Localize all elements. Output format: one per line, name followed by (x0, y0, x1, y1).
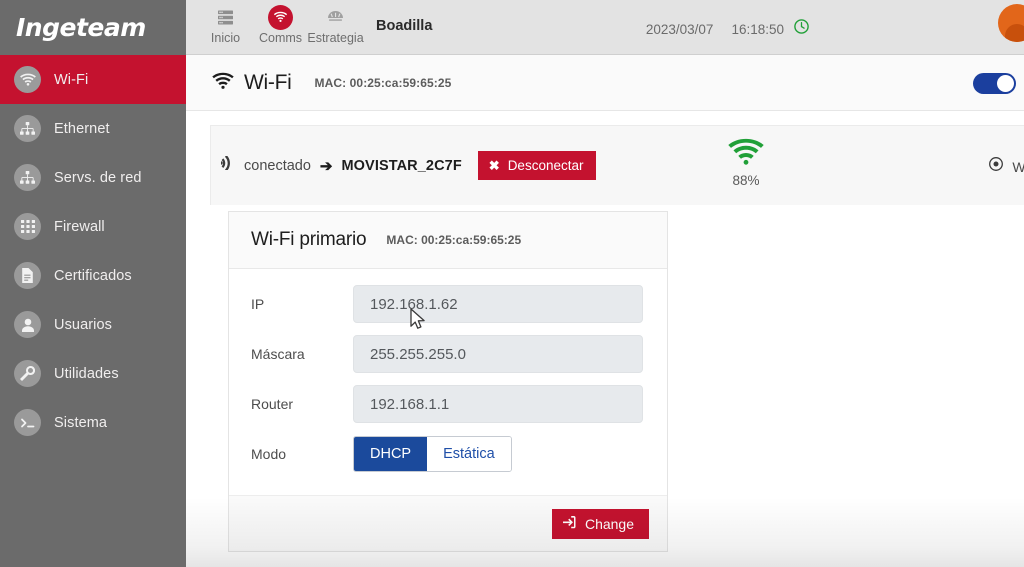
sidebar-item-label: Ethernet (54, 120, 110, 137)
wifi-icon (14, 66, 41, 93)
mode-option-estatica[interactable]: Estática (427, 437, 511, 471)
working-mode-label: Working m (1012, 158, 1024, 175)
card-header: Wi-Fi primario MAC: 00:25:ca:59:65:25 (229, 212, 667, 269)
rss-icon (219, 155, 235, 175)
page-mac-address: MAC: 00:25:ca:59:65:25 (314, 75, 452, 90)
connection-status-group: conectado ➔ MOVISTAR_2C7F ✖ Desconectar (211, 151, 597, 180)
topnav-item-estrategia[interactable]: Estrategia (307, 0, 364, 45)
sitemap-icon (14, 164, 41, 191)
signin-icon (562, 515, 585, 532)
mode-option-dhcp[interactable]: DHCP (354, 437, 428, 471)
router-input[interactable]: 192.168.1.1 (353, 385, 643, 423)
field-label: Máscara (251, 346, 305, 362)
sidebar-item-label: Usuarios (54, 316, 113, 333)
top-navigation: Inicio Comms Estrategia (198, 0, 364, 55)
disconnect-label: Desconectar (507, 158, 584, 173)
site-name: Boadilla (376, 18, 433, 34)
clock-group: 2023/03/07 16:18:50 (646, 19, 809, 39)
sidebar-item-ethernet[interactable]: Ethernet (0, 104, 186, 153)
top-bar: Inicio Comms Estrategia Boadilla 2023/03… (186, 0, 1024, 55)
grid-icon (14, 213, 41, 240)
sidebar-item-firewall[interactable]: Firewall (0, 202, 186, 251)
connection-status-panel: conectado ➔ MOVISTAR_2C7F ✖ Desconectar (210, 125, 1024, 205)
target-icon (989, 157, 1004, 176)
sidebar-item-label: Certificados (54, 267, 132, 284)
change-label: Change (584, 515, 634, 532)
disconnect-button[interactable]: ✖ Desconectar (477, 151, 597, 180)
wifi-icon (268, 4, 293, 30)
topnav-label: Comms (258, 31, 303, 45)
close-icon: ✖ (488, 157, 500, 173)
sidebar-item-label: Utilidades (54, 365, 119, 382)
field-label: Router (251, 396, 294, 412)
brand-logo: Ingeteam (0, 0, 186, 55)
date-label: 2023/03/07 (645, 21, 714, 37)
topnav-label: Estrategia (307, 31, 364, 45)
change-button[interactable]: Change (551, 508, 649, 539)
connection-state-label: conectado (244, 157, 311, 174)
sidebar-item-certificados[interactable]: Certificados (0, 251, 186, 300)
time-label: 16:18:50 (731, 21, 784, 37)
mode-segmented-control: DHCP Estática (353, 436, 512, 472)
subnet-mask-input[interactable]: 255.255.255.0 (353, 335, 643, 373)
field-label: Modo (251, 446, 287, 462)
card-mac-address: MAC: 00:25:ca:59:65:25 (386, 233, 522, 247)
page-header: Wi-Fi MAC: 00:25:ca:59:65:25 (186, 55, 1024, 111)
terminal-icon (14, 409, 41, 436)
clock-icon (794, 19, 809, 39)
topnav-item-comms[interactable]: Comms (253, 0, 308, 45)
user-icon (14, 311, 41, 338)
sidebar-item-label: Servs. de red (54, 169, 142, 186)
topnav-item-inicio[interactable]: Inicio (198, 0, 253, 45)
sidebar-item-label: Wi-Fi (54, 71, 89, 88)
working-mode-group[interactable]: Working m (989, 157, 1024, 176)
application-window: Ingeteam Wi-Fi Ethernet Servs. de red Fi… (0, 0, 1024, 567)
sidebar-item-label: Sistema (54, 414, 108, 431)
page-title: Wi-Fi (244, 70, 292, 94)
field-row-router: Router 192.168.1.1 (251, 385, 643, 423)
card-footer: Change (229, 495, 667, 551)
field-row-modo: Modo DHCP Estática (251, 435, 643, 473)
field-label: IP (251, 296, 265, 312)
wifi-enable-toggle[interactable] (973, 73, 1016, 94)
wifi-primary-card: Wi-Fi primario MAC: 00:25:ca:59:65:25 IP… (228, 211, 668, 552)
wrench-icon (14, 360, 41, 387)
card-body: IP 192.168.1.62 Máscara 255.255.255.0 Ro… (229, 269, 667, 495)
connected-ssid: MOVISTAR_2C7F (341, 157, 462, 174)
sidebar-item-usuarios[interactable]: Usuarios (0, 300, 186, 349)
strategy-icon (327, 5, 344, 29)
arrow-icon: ➔ (319, 157, 333, 175)
sidebar-item-servicios-red[interactable]: Servs. de red (0, 153, 186, 202)
signal-strength-indicator: 88% (711, 138, 781, 188)
sidebar-item-wifi[interactable]: Wi-Fi (0, 55, 186, 104)
sidebar-item-label: Firewall (54, 218, 105, 235)
brand-name: Ingeteam (16, 13, 146, 42)
signal-wifi-icon (728, 138, 764, 170)
document-icon (14, 262, 41, 289)
sidebar: Ingeteam Wi-Fi Ethernet Servs. de red Fi… (0, 0, 186, 567)
topnav-label: Inicio (210, 31, 241, 45)
server-icon (218, 5, 233, 29)
sidebar-item-utilidades[interactable]: Utilidades (0, 349, 186, 398)
network-icon (14, 115, 41, 142)
field-row-mascara: Máscara 255.255.255.0 (251, 335, 643, 373)
sidebar-item-sistema[interactable]: Sistema (0, 398, 186, 447)
signal-strength-value: 88% (732, 173, 760, 188)
avatar[interactable] (998, 4, 1024, 42)
ip-input[interactable]: 192.168.1.62 (353, 285, 643, 323)
content-area: conectado ➔ MOVISTAR_2C7F ✖ Desconectar (186, 111, 1024, 567)
card-title: Wi-Fi primario (251, 229, 367, 250)
wifi-icon (212, 72, 234, 94)
field-row-ip: IP 192.168.1.62 (251, 285, 643, 323)
